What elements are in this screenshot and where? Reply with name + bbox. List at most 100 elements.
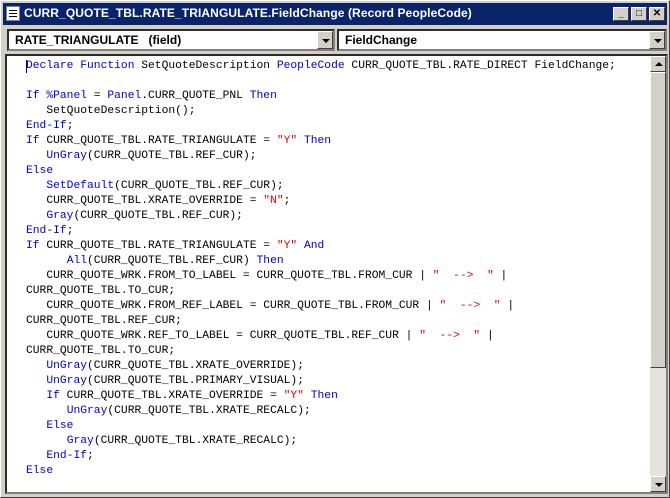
code-keyword: If: [26, 135, 40, 147]
code-keyword: Panel: [107, 90, 142, 102]
code-token: CURR_QUOTE_TBL.RATE_DIRECT FieldChange;: [344, 60, 616, 72]
field-select-value: RATE_TRIANGULATE (field): [15, 33, 182, 47]
event-select[interactable]: FieldChange: [337, 29, 667, 51]
code-token: (CURR_QUOTE_TBL.XRATE_RECALC);: [107, 405, 311, 417]
window-title: CURR_QUOTE_TBL.RATE_TRIANGULATE.FieldCha…: [24, 6, 472, 20]
code-keyword: If %Panel: [26, 90, 88, 102]
code-token: (CURR_QUOTE_TBL.REF_CUR);: [114, 180, 284, 192]
code-string: " --> ": [419, 330, 481, 342]
code-keyword: And: [303, 240, 325, 252]
code-token: ;: [87, 450, 94, 462]
code-token: SetQuoteDescription: [134, 60, 277, 72]
code-line[interactable]: UnGray(CURR_QUOTE_TBL.PRIMARY_VISUAL);: [26, 374, 616, 389]
code-line[interactable]: CURR_QUOTE_TBL.XRATE_OVERRIDE = "N";: [26, 194, 616, 209]
code-token: SetQuoteDescription();: [26, 105, 196, 117]
code-line[interactable]: All(CURR_QUOTE_TBL.REF_CUR) Then: [26, 254, 616, 269]
code-keyword: Else: [26, 465, 54, 477]
scroll-thumb[interactable]: [650, 72, 666, 368]
code-keyword: Else: [26, 165, 54, 177]
code-editor[interactable]: Declare Function SetQuoteDescription Peo…: [5, 54, 668, 494]
code-line[interactable]: Gray(CURR_QUOTE_TBL.REF_CUR);: [26, 209, 616, 224]
code-line[interactable]: SetDefault(CURR_QUOTE_TBL.REF_CUR);: [26, 179, 616, 194]
code-keyword: End-If: [26, 225, 67, 237]
code-token: ;: [283, 195, 291, 207]
code-line[interactable]: Else: [26, 164, 616, 179]
code-line[interactable]: CURR_QUOTE_TBL.REF_CUR;: [26, 314, 616, 329]
code-line[interactable]: UnGray(CURR_QUOTE_TBL.XRATE_OVERRIDE);: [26, 359, 616, 374]
code-token: CURR_QUOTE_WRK.FROM_TO_LABEL = CURR_QUOT…: [26, 270, 433, 282]
code-line[interactable]: Else: [26, 419, 616, 434]
code-string: "Y": [283, 390, 304, 402]
code-line[interactable]: If CURR_QUOTE_TBL.RATE_TRIANGULATE = "Y"…: [26, 134, 616, 149]
code-token: .CURR_QUOTE_PNL: [141, 90, 250, 102]
code-line[interactable]: CURR_QUOTE_WRK.FROM_REF_LABEL = CURR_QUO…: [26, 299, 616, 314]
code-keyword: If: [26, 240, 40, 252]
code-line[interactable]: End-If;: [26, 119, 616, 134]
code-keyword: SetDefault: [46, 180, 115, 192]
code-keyword: PeopleCode: [276, 60, 345, 72]
code-line[interactable]: End-If;: [26, 224, 616, 239]
code-line[interactable]: If CURR_QUOTE_TBL.RATE_TRIANGULATE = "Y"…: [26, 239, 616, 254]
code-line[interactable]: SetQuoteDescription();: [26, 104, 616, 119]
code-token: (CURR_QUOTE_TBL.XRATE_OVERRIDE);: [87, 360, 304, 372]
chevron-down-icon[interactable]: [317, 31, 333, 49]
code-line[interactable]: CURR_QUOTE_WRK.REF_TO_LABEL = CURR_QUOTE…: [26, 329, 616, 344]
code-keyword: End-If: [46, 450, 88, 462]
code-keyword: Then: [249, 90, 277, 102]
scroll-down-button[interactable]: [650, 476, 666, 492]
code-text[interactable]: Declare Function SetQuoteDescription Peo…: [26, 59, 616, 479]
code-keyword: UnGray: [46, 360, 88, 372]
code-line[interactable]: End-If;: [26, 449, 616, 464]
minimize-button[interactable]: _: [613, 7, 629, 21]
code-keyword: Then: [310, 390, 338, 402]
code-token: CURR_QUOTE_TBL.XRATE_OVERRIDE =: [26, 195, 264, 207]
text-cursor: [26, 60, 27, 73]
code-line[interactable]: UnGray(CURR_QUOTE_TBL.XRATE_RECALC);: [26, 404, 616, 419]
code-string: "Y": [276, 135, 298, 147]
code-token: CURR_QUOTE_TBL.TO_CUR;: [26, 345, 176, 357]
chevron-down-icon[interactable]: [649, 31, 665, 49]
code-keyword: End-If: [26, 120, 67, 132]
code-string: " --> ": [432, 270, 494, 282]
code-token: (CURR_QUOTE_TBL.PRIMARY_VISUAL);: [87, 375, 304, 387]
code-line[interactable]: CURR_QUOTE_TBL.TO_CUR;: [26, 284, 616, 299]
code-line[interactable]: CURR_QUOTE_WRK.FROM_TO_LABEL = CURR_QUOT…: [26, 269, 616, 284]
code-line[interactable]: [26, 74, 616, 89]
code-line[interactable]: CURR_QUOTE_TBL.TO_CUR;: [26, 344, 616, 359]
code-line[interactable]: Declare Function SetQuoteDescription Peo…: [26, 59, 616, 74]
code-keyword: Then: [256, 255, 284, 267]
code-token: ;: [66, 225, 74, 237]
code-token: CURR_QUOTE_TBL.RATE_TRIANGULATE =: [39, 135, 277, 147]
code-line[interactable]: Else: [26, 464, 616, 479]
code-token: CURR_QUOTE_TBL.RATE_TRIANGULATE =: [39, 240, 277, 252]
maximize-button[interactable]: □: [631, 7, 647, 21]
code-token: |: [500, 300, 515, 312]
document-icon: [6, 6, 20, 21]
close-button[interactable]: ✕: [649, 7, 665, 21]
code-token: (CURR_QUOTE_TBL.XRATE_RECALC);: [93, 435, 298, 447]
code-token: ;: [66, 120, 74, 132]
code-line[interactable]: UnGray(CURR_QUOTE_TBL.REF_CUR);: [26, 149, 616, 164]
code-token: =: [87, 90, 108, 102]
code-line[interactable]: Gray(CURR_QUOTE_TBL.XRATE_RECALC);: [26, 434, 616, 449]
scroll-up-button[interactable]: [650, 56, 666, 72]
peoplecode-editor-window: CURR_QUOTE_TBL.RATE_TRIANGULATE.FieldCha…: [0, 0, 670, 498]
title-bar[interactable]: CURR_QUOTE_TBL.RATE_TRIANGULATE.FieldCha…: [3, 3, 667, 25]
vertical-scrollbar[interactable]: [650, 56, 666, 492]
code-token: (CURR_QUOTE_TBL.REF_CUR);: [73, 210, 243, 222]
field-select[interactable]: RATE_TRIANGULATE (field): [7, 29, 335, 51]
code-line[interactable]: If %Panel = Panel.CURR_QUOTE_PNL Then: [26, 89, 616, 104]
code-line[interactable]: If CURR_QUOTE_TBL.XRATE_OVERRIDE = "Y" T…: [26, 389, 616, 404]
event-select-value: FieldChange: [345, 33, 418, 47]
code-string: " --> ": [439, 300, 501, 312]
code-token: (CURR_QUOTE_TBL.REF_CUR);: [87, 150, 257, 162]
